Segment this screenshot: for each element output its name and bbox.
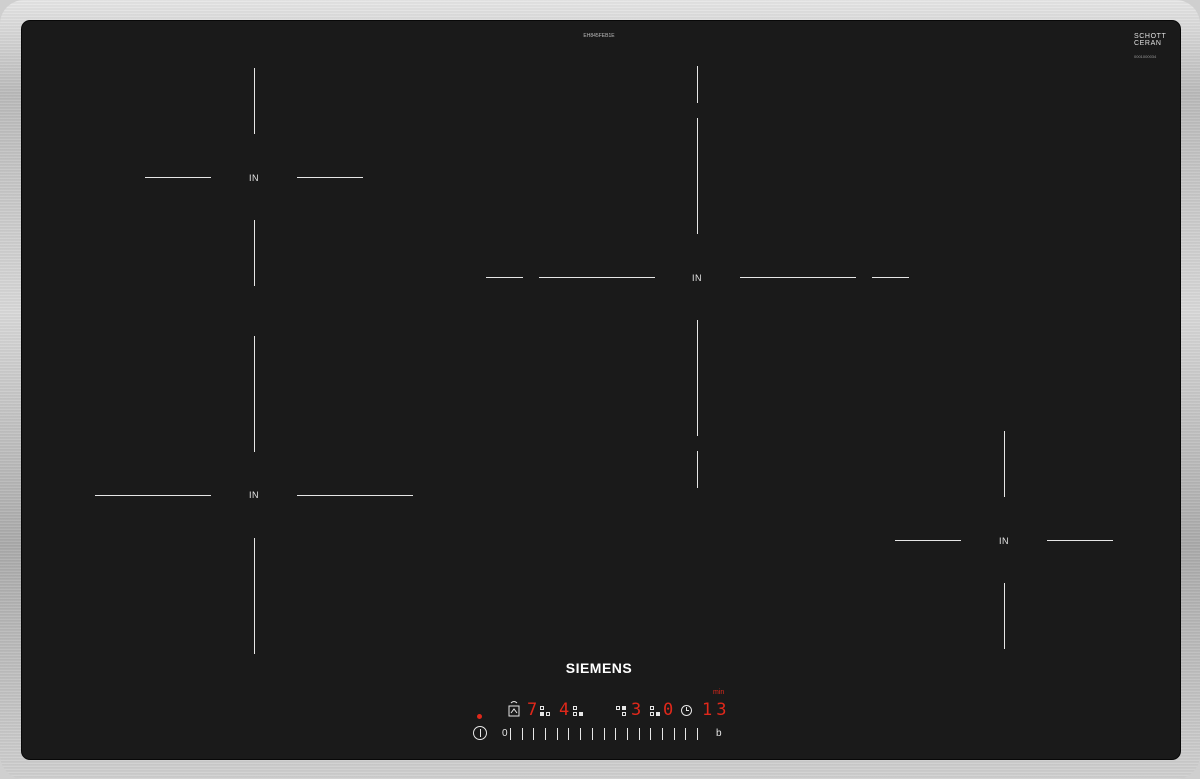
- glass-code: 0001000034: [1134, 54, 1157, 59]
- slider-tick[interactable]: [650, 728, 652, 740]
- induction-label: IN: [249, 173, 259, 183]
- zone-marking: [1004, 583, 1005, 649]
- slider-tick[interactable]: [556, 728, 558, 740]
- zone-marking: [697, 320, 698, 436]
- clock-icon[interactable]: [681, 705, 692, 716]
- slider-tick[interactable]: [568, 728, 570, 740]
- induction-label: IN: [692, 273, 702, 283]
- zone-marking: [539, 277, 655, 278]
- slider-tick[interactable]: [626, 728, 628, 740]
- induction-label: IN: [249, 490, 259, 500]
- zone-selector-icon: [622, 706, 626, 710]
- zone-marking: [145, 177, 211, 178]
- timer-unit-label: min: [713, 689, 725, 696]
- slider-tick[interactable]: [673, 728, 675, 740]
- zone-marking: [872, 277, 909, 278]
- zone-marking: [697, 66, 698, 103]
- zone-marking: [895, 540, 961, 541]
- glass-brand-logo: SCHOTT CERAN: [1134, 33, 1167, 47]
- zone-selector-icon[interactable]: [650, 706, 654, 710]
- zone-power-display-3: 3: [631, 700, 642, 720]
- zone-marking: [297, 177, 363, 178]
- slider-tick[interactable]: [545, 728, 547, 740]
- zone-marking: [740, 277, 856, 278]
- zone-power-display-1: 7: [527, 700, 538, 720]
- zone-selector-icon: [546, 712, 550, 716]
- slider-tick[interactable]: [510, 728, 511, 740]
- zone-marking: [1047, 540, 1113, 541]
- zone-marking: [254, 538, 255, 654]
- slider-tick[interactable]: [697, 728, 698, 740]
- induction-label: IN: [999, 536, 1009, 546]
- brand-logo: SIEMENS: [565, 660, 633, 676]
- slider-tick[interactable]: [521, 728, 523, 740]
- zone-selector-icon[interactable]: [540, 706, 544, 710]
- zone-marking: [486, 277, 523, 278]
- timer-display: 13: [702, 700, 731, 720]
- zone-power-display-4: 0: [663, 700, 674, 720]
- slider-min-label: 0: [502, 728, 508, 739]
- slider-tick[interactable]: [603, 728, 605, 740]
- zone-marking: [254, 336, 255, 452]
- zone-marking: [697, 451, 698, 488]
- power-indicator-light: [477, 714, 482, 719]
- slider-tick[interactable]: [661, 728, 663, 740]
- wipe-protection-icon[interactable]: [507, 700, 521, 718]
- slider-boost-label[interactable]: b: [716, 729, 722, 739]
- slider-tick[interactable]: [615, 728, 617, 740]
- zone-marking: [254, 68, 255, 134]
- slider-tick[interactable]: [685, 728, 687, 740]
- zone-marking: [95, 495, 211, 496]
- zone-power-display-2: 4: [559, 700, 570, 720]
- ceramic-glass-surface: EH845FEB1E SCHOTT CERAN 0001000034 IN IN…: [22, 21, 1180, 759]
- power-level-slider[interactable]: [510, 728, 698, 740]
- zone-selector-icon[interactable]: [616, 706, 620, 710]
- model-code: EH845FEB1E: [583, 33, 615, 39]
- power-icon[interactable]: [473, 726, 487, 740]
- zone-marking: [697, 118, 698, 234]
- zone-marking: [297, 495, 413, 496]
- slider-tick[interactable]: [580, 728, 582, 740]
- zone-marking: [1004, 431, 1005, 497]
- slider-tick[interactable]: [591, 728, 593, 740]
- zone-selector-icon: [622, 712, 626, 716]
- zone-selector-icon: [573, 712, 577, 716]
- slider-tick[interactable]: [638, 728, 640, 740]
- zone-selector-icon: [650, 712, 654, 716]
- zone-selector-icon: [540, 712, 544, 716]
- zone-selector-icon: [579, 712, 583, 716]
- slider-tick[interactable]: [533, 728, 535, 740]
- zone-selector-icon: [656, 712, 660, 716]
- zone-selector-icon[interactable]: [573, 706, 577, 710]
- zone-marking: [254, 220, 255, 286]
